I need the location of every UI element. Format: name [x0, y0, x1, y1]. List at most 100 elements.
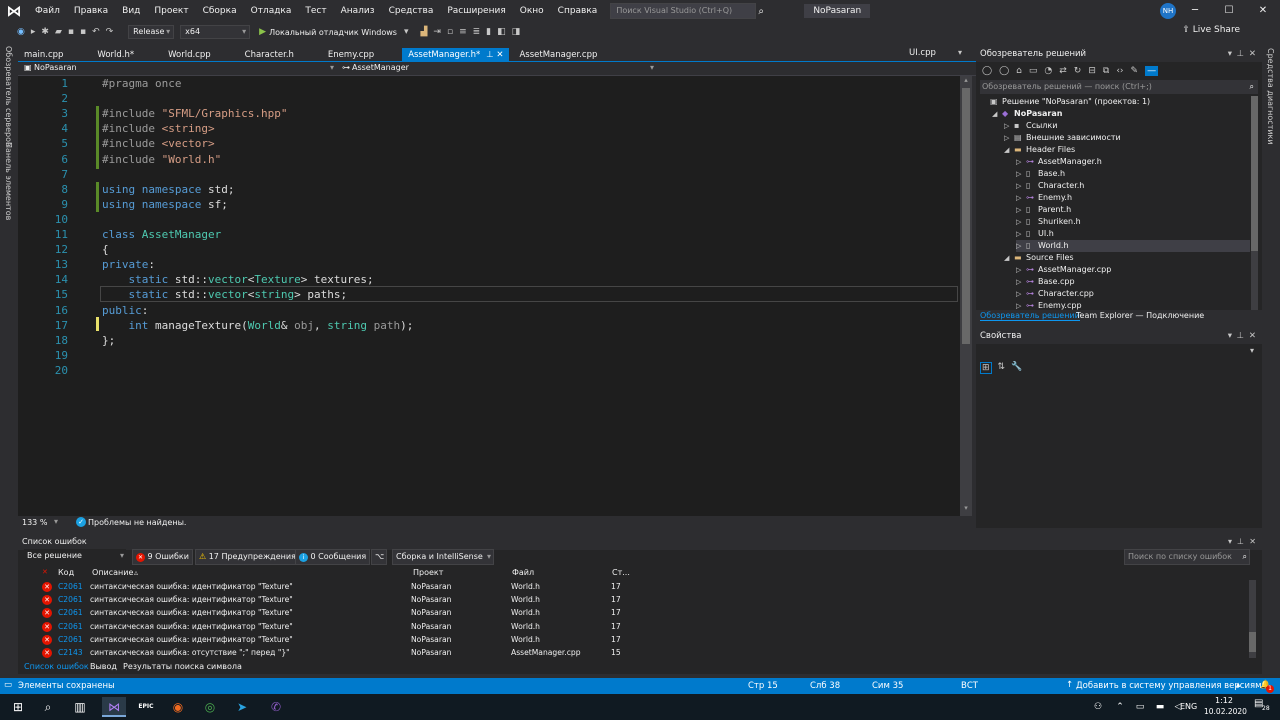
scope-dropdown-icon[interactable]: ▾ [120, 549, 124, 563]
code-line[interactable]: #include "World.h" [102, 153, 221, 166]
tree-item[interactable]: ▷ ▪ Ссылки [1004, 120, 1057, 132]
alphabetical-icon[interactable]: ⇅ [998, 362, 1006, 374]
code-line[interactable]: static std::vector<string> paths; [102, 288, 348, 301]
error-code[interactable]: C2061 [58, 608, 83, 617]
col-line[interactable]: Ст... [612, 568, 630, 577]
save-all-icon[interactable]: ▪ [77, 27, 89, 37]
windows-start-icon[interactable]: ⊞ [6, 697, 30, 717]
col-code[interactable]: Код [58, 568, 74, 577]
tree-item[interactable]: ▷ ⊶ AssetManager.h [1016, 156, 1102, 168]
tab-ui-cpp[interactable]: UI.cpp [909, 48, 936, 58]
pin-icon[interactable]: ⊥ [1237, 328, 1244, 344]
code-line[interactable]: using namespace std; [102, 183, 234, 196]
expand-arrow-icon[interactable]: ▷ [1016, 156, 1026, 168]
people-icon[interactable]: ⚇ [1086, 697, 1110, 717]
search-icon[interactable]: ⌕ [1243, 550, 1247, 564]
filter-icon[interactable]: ⌥ [371, 549, 387, 565]
tree-item[interactable]: ▷ ⊶ AssetManager.cpp [1016, 264, 1111, 276]
viber-icon[interactable]: ✆ [264, 697, 288, 717]
toolbox-tab[interactable]: Панель элементов [4, 142, 13, 220]
expand-arrow-icon[interactable]: ▷ [1016, 216, 1026, 228]
telegram-icon[interactable]: ➤ [230, 697, 254, 717]
hot-reload-icon[interactable]: ▟ [418, 27, 431, 37]
error-row[interactable]: ✕ C2061 синтаксическая ошибка: идентификат… [18, 634, 1250, 647]
chrome-icon[interactable]: ◎ [198, 697, 222, 717]
categorized-icon[interactable]: ⊞ [980, 362, 992, 374]
sync-icon[interactable]: ⇄ [1059, 66, 1067, 76]
close-tab-icon[interactable]: ⊥ ✕ [486, 50, 503, 60]
code-line[interactable]: }; [102, 334, 115, 347]
epic-games-icon[interactable]: EPIC [134, 697, 158, 717]
expand-arrow-icon[interactable]: ▷ [1016, 240, 1026, 252]
code-line[interactable]: #include "SFML/Graphics.hpp" [102, 107, 287, 120]
next-bookmark-icon[interactable]: ◨ [509, 27, 524, 37]
tree-item[interactable]: ▣ Решение "NoPasaran" (проектов: 1) [980, 96, 1150, 108]
scroll-down-icon[interactable]: ▾ [961, 504, 971, 514]
status-column[interactable]: Слб 38 [810, 681, 840, 691]
object-dropdown-icon[interactable]: ▾ [1250, 346, 1254, 355]
error-search-input[interactable]: Поиск по списку ошибок ⌕ [1124, 549, 1250, 565]
menu-item[interactable]: Отладка [244, 6, 299, 16]
back-icon[interactable]: ◯ [982, 66, 992, 76]
comment-icon[interactable]: ≣ [470, 27, 484, 37]
redo-icon[interactable]: ↷ [103, 27, 117, 37]
origin-icon[interactable]: ◉ [166, 697, 190, 717]
tree-item[interactable]: ◢ ◆ NoPasaran [992, 108, 1062, 120]
expand-arrow-icon[interactable]: ▷ [1016, 276, 1026, 288]
debugger-select[interactable]: Локальный отладчик Windows [269, 28, 397, 37]
code-editor[interactable]: 1 #pragma once 2 3 #include "SFML/Graphics.h… [18, 76, 972, 516]
scroll-up-icon[interactable]: ▴ [961, 76, 971, 86]
class-scope-select[interactable]: AssetManager [352, 63, 409, 72]
property-pages-icon[interactable]: 🔧 [1011, 362, 1022, 374]
menu-item[interactable]: Сборка [196, 6, 244, 16]
search-icon[interactable]: ⌕ [758, 6, 778, 17]
tree-item[interactable]: ▷ ▯ Parent.h [1016, 204, 1071, 216]
format-icon[interactable]: ≡ [456, 27, 470, 37]
tree-item[interactable]: ▷ ▯ UI.h [1016, 228, 1054, 240]
forward-icon[interactable]: ▸ [28, 27, 39, 37]
clock-date[interactable]: 10.02.2020 [1204, 707, 1247, 716]
document-tab[interactable]: World.h* [91, 48, 146, 62]
document-tab[interactable]: Character.h [239, 48, 306, 62]
build-dropdown-icon[interactable]: ▾ [487, 550, 491, 564]
tab-output[interactable]: Вывод [90, 662, 117, 671]
code-line[interactable]: static std::vector<Texture> textures; [102, 273, 374, 286]
project-scope-select[interactable]: NoPasaran [34, 63, 77, 72]
pending-changes-icon[interactable]: ◔ [1044, 66, 1052, 76]
clock-time[interactable]: 1:12 [1215, 696, 1233, 705]
build-filter-select[interactable]: Сборка и IntelliSense ▾ [392, 549, 494, 565]
errors-filter-button[interactable]: ✕ 9 Ошибки [132, 549, 193, 565]
tree-item[interactable]: ◢ ▬ Source Files [1004, 252, 1074, 264]
expand-arrow-icon[interactable]: ▷ [1016, 168, 1026, 180]
zoom-dropdown-icon[interactable]: ▾ [54, 517, 58, 526]
menu-item[interactable]: Окно [513, 6, 551, 16]
prev-bookmark-icon[interactable]: ◧ [494, 27, 509, 37]
tree-item[interactable]: ▷ ▯ Character.h [1016, 180, 1084, 192]
server-explorer-tab[interactable]: Обозреватель серверов [4, 46, 13, 147]
close-window-button[interactable]: ✕ [1246, 0, 1280, 22]
expand-arrow-icon[interactable]: ▷ [1016, 204, 1026, 216]
error-row[interactable]: ✕ C2061 синтаксическая ошибка: идентификат… [18, 581, 1250, 594]
language-indicator[interactable]: ENG [1180, 702, 1197, 711]
code-line[interactable]: int manageTexture(World& obj, string pat… [102, 319, 414, 332]
search-icon[interactable]: ⌕ [1250, 80, 1254, 94]
panel-menu-icon[interactable]: ▾ [1228, 328, 1232, 344]
close-panel-icon[interactable]: ✕ [1249, 328, 1256, 344]
error-row[interactable]: ✕ C2143 синтаксическая ошибка: отсутствие … [18, 647, 1250, 660]
menu-item[interactable]: Правка [67, 6, 115, 16]
tree-item[interactable]: ▷ ▤ Внешние зависимости [1004, 132, 1121, 144]
warnings-filter-button[interactable]: ⚠ 17 Предупреждения [195, 549, 300, 565]
undo-icon[interactable]: ↶ [89, 27, 103, 37]
error-scope-select[interactable]: Все решение ▾ [24, 549, 126, 565]
start-debug-icon[interactable]: ▶ [259, 27, 266, 37]
menu-item[interactable]: Тест [298, 6, 333, 16]
menu-item[interactable]: Вид [115, 6, 147, 16]
code-line[interactable]: using namespace sf; [102, 198, 228, 211]
diagnostic-tools-tab[interactable]: Средства диагностики [1266, 48, 1275, 145]
tab-find-symbol-results[interactable]: Результаты поиска символа [123, 662, 242, 671]
project-dropdown-icon[interactable]: ▾ [330, 63, 334, 72]
menu-item[interactable]: Расширения [440, 6, 512, 16]
tree-item[interactable]: ▷ ▯ Shuriken.h [1016, 216, 1081, 228]
save-icon[interactable]: ▪ [65, 27, 77, 37]
expand-arrow-icon[interactable]: ◢ [1004, 144, 1014, 156]
